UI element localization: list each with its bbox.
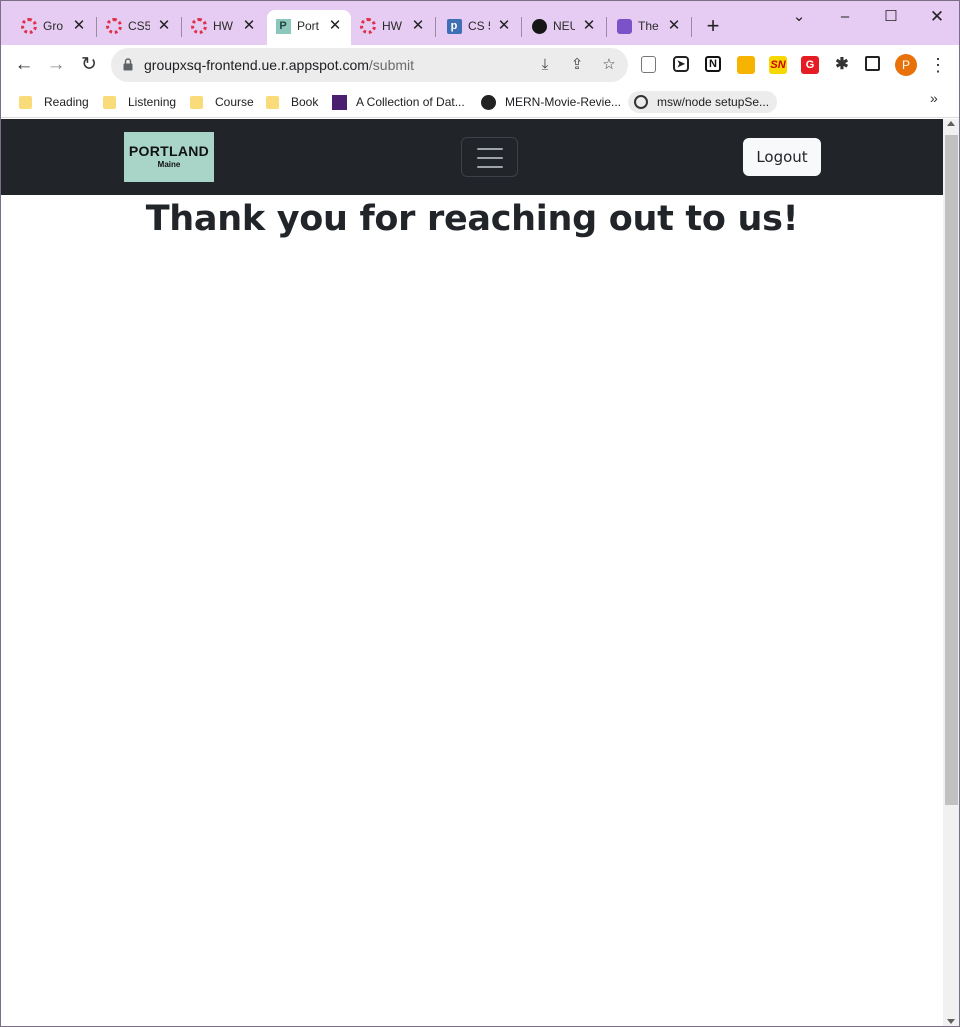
- close-tab-icon[interactable]: ✕: [496, 18, 512, 34]
- browser-toolbar: ← → ↻ groupxsq-frontend.ue.r.appspot.com…: [1, 45, 959, 85]
- tab-title: CS5: [128, 19, 150, 33]
- close-tab-icon[interactable]: ✕: [410, 18, 426, 34]
- tab-title: HW: [213, 19, 233, 33]
- lock-icon: [123, 58, 133, 71]
- folder-icon: [266, 95, 279, 109]
- tab-2[interactable]: CS5 ✕: [98, 10, 180, 45]
- bookmark-mern[interactable]: MERN-Movie-Revie...: [481, 91, 621, 113]
- logout-button[interactable]: Logout: [743, 138, 821, 176]
- profile-avatar[interactable]: P: [895, 54, 917, 76]
- bookmark-book[interactable]: Book: [266, 91, 318, 113]
- close-tab-icon[interactable]: ✕: [327, 18, 343, 34]
- close-tab-icon[interactable]: ✕: [666, 18, 682, 34]
- tab-5[interactable]: HW ✕: [352, 10, 434, 45]
- portland-logo[interactable]: PORTLAND Maine: [124, 132, 214, 182]
- browser-window: Gro ✕ CS5 ✕ HW ✕ P Port ✕ HW ✕ p CS 5: [0, 0, 960, 1027]
- scroll-up-arrow-icon[interactable]: [947, 121, 955, 126]
- dotted-ring-icon: [106, 18, 122, 34]
- sn-icon[interactable]: SN: [769, 56, 787, 74]
- portland-p-icon: P: [275, 18, 291, 34]
- minimize-icon[interactable]: –: [835, 7, 855, 27]
- folder-icon: [190, 95, 203, 109]
- page-icon[interactable]: [641, 56, 656, 73]
- close-tab-icon[interactable]: ✕: [71, 18, 87, 34]
- tab-6[interactable]: p CS 5 ✕: [438, 10, 520, 45]
- tab-8[interactable]: The ✕: [608, 10, 690, 45]
- tab-3[interactable]: HW ✕: [183, 10, 265, 45]
- tab-4-active[interactable]: P Port ✕: [267, 10, 351, 45]
- tab-title: HW: [382, 19, 402, 33]
- window-close-icon[interactable]: ✕: [927, 7, 947, 27]
- site-navbar: PORTLAND Maine Logout: [1, 119, 943, 195]
- scroll-down-arrow-icon[interactable]: [947, 1019, 955, 1024]
- logo-subtitle: Maine: [157, 160, 181, 169]
- maximize-icon[interactable]: ☐: [881, 7, 901, 27]
- bookmark-star-icon[interactable]: ☆: [600, 56, 618, 74]
- page-title: Thank you for reaching out to us!: [145, 199, 799, 239]
- bookmark-msw[interactable]: msw/node setupSe...: [628, 91, 778, 113]
- bookmark-label: A Collection of Dat...: [356, 95, 465, 109]
- notion-icon[interactable]: N: [705, 56, 721, 72]
- dotted-ring-icon: [191, 18, 207, 34]
- tab-strip: Gro ✕ CS5 ✕ HW ✕ P Port ✕ HW ✕ p CS 5: [1, 1, 959, 45]
- bookmark-label: Listening: [128, 95, 177, 109]
- bookmark-label: Book: [291, 95, 319, 109]
- url-path: /submit: [368, 57, 415, 73]
- tab-search-chevron-icon[interactable]: ⌄: [789, 7, 809, 27]
- close-tab-icon[interactable]: ✕: [156, 18, 172, 34]
- share-icon[interactable]: ⇪: [568, 56, 586, 74]
- bookmarks-bar: Reading Listening Course Book A Collecti…: [1, 85, 959, 118]
- github-icon: [481, 94, 496, 110]
- github-icon: [531, 18, 547, 34]
- bookmark-label: msw/node setupSe...: [657, 95, 770, 109]
- url-domain: groupxsq-frontend.ue.r.appspot.com: [144, 57, 369, 73]
- bookmark-label: MERN-Movie-Revie...: [505, 95, 622, 109]
- url-text: groupxsq-frontend.ue.r.appspot.com/submi…: [144, 57, 414, 73]
- tab-title: The: [638, 19, 659, 33]
- install-app-icon[interactable]: ⤓: [536, 56, 554, 74]
- tab-1[interactable]: Gro ✕: [13, 10, 95, 45]
- scroll-thumb[interactable]: [945, 135, 958, 805]
- close-tab-icon[interactable]: ✕: [581, 18, 597, 34]
- flag-icon: [332, 94, 347, 110]
- bookmark-collection[interactable]: A Collection of Dat...: [332, 91, 465, 113]
- page-viewport: PORTLAND Maine Logout Thank you for reac…: [1, 119, 943, 1026]
- bookmark-label: Reading: [44, 95, 89, 109]
- rocket-icon: [616, 18, 632, 34]
- bookmark-course[interactable]: Course: [190, 91, 254, 113]
- bookmark-reading[interactable]: Reading: [19, 91, 89, 113]
- tab-title: NEU: [553, 19, 575, 33]
- scrollbar[interactable]: [943, 119, 959, 1026]
- address-bar[interactable]: groupxsq-frontend.ue.r.appspot.com/submi…: [111, 48, 628, 82]
- bookmark-listening[interactable]: Listening: [103, 91, 176, 113]
- folder-icon: [19, 95, 32, 109]
- sidepanel-icon[interactable]: [865, 56, 880, 71]
- kebab-menu-icon[interactable]: ⋮: [929, 54, 947, 76]
- grammarly-icon[interactable]: G: [801, 56, 819, 74]
- reload-icon[interactable]: ↻: [78, 54, 100, 76]
- bookmark-label: Course: [215, 95, 254, 109]
- forward-arrow-icon[interactable]: →: [45, 54, 67, 76]
- navbar-toggler-menu-icon[interactable]: [461, 137, 518, 177]
- dotted-ring-icon: [360, 18, 376, 34]
- globe-icon: [634, 95, 648, 109]
- puzzle-icon[interactable]: ✱: [833, 56, 851, 74]
- back-arrow-icon[interactable]: ←: [13, 54, 35, 76]
- tab-title: Gro: [43, 19, 64, 33]
- tab-title: CS 5: [468, 19, 490, 33]
- keep-icon[interactable]: [737, 56, 755, 74]
- new-tab-plus-icon[interactable]: +: [703, 15, 723, 37]
- tab-7[interactable]: NEU ✕: [523, 10, 605, 45]
- bookmarks-overflow-icon[interactable]: »: [930, 90, 946, 110]
- telegram-icon[interactable]: ➤: [673, 56, 689, 72]
- folder-icon: [103, 95, 116, 109]
- p-square-icon: p: [446, 18, 462, 34]
- logo-title: PORTLAND: [128, 143, 210, 159]
- tab-title: Port: [297, 19, 319, 33]
- dotted-ring-icon: [21, 18, 37, 34]
- close-tab-icon[interactable]: ✕: [241, 18, 257, 34]
